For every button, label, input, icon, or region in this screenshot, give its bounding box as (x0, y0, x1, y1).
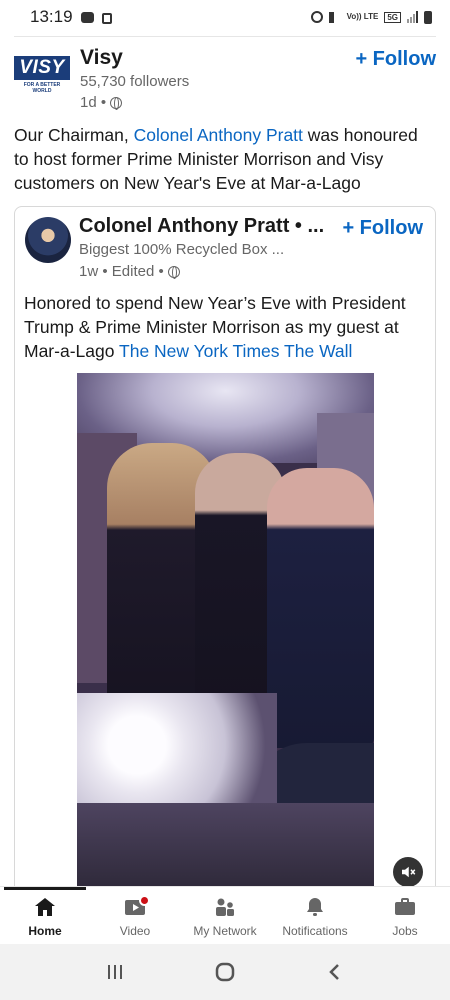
shared-timestamp: 1w • Edited • (79, 263, 180, 280)
lte-indicator: Vo)) LTE (346, 12, 379, 21)
signal-icon (407, 11, 418, 23)
recent-apps-button[interactable] (95, 957, 135, 987)
globe-icon (167, 265, 180, 279)
nav-my-network-label: My Network (193, 924, 257, 938)
globe-icon (110, 96, 123, 110)
hashtag-link[interactable]: The Wall (284, 341, 352, 361)
post-header: VISY FOR A BETTER WORLD Visy 55,730 foll… (14, 44, 436, 114)
status-bar: 13:19 Vo)) LTE 5G (0, 0, 450, 34)
shared-follow-button[interactable]: + Follow (342, 217, 423, 240)
bell-icon (302, 894, 328, 920)
mute-icon (328, 11, 341, 23)
post-timestamp: 1d • (80, 94, 123, 111)
nav-jobs[interactable]: Jobs (360, 887, 450, 944)
alarm-icon (310, 11, 323, 23)
company-name[interactable]: Visy (80, 46, 123, 70)
speaker-muted-icon (402, 866, 416, 878)
post-text: Our Chairman, Colonel Anthony Pratt was … (14, 123, 436, 195)
chat-icon (80, 11, 94, 23)
mention-link[interactable]: Colonel Anthony Pratt (134, 125, 303, 145)
shared-time: 1w • Edited • (79, 263, 164, 280)
divider (14, 36, 436, 37)
network-icon (212, 894, 238, 920)
video-frame-person (267, 468, 374, 748)
video-frame-table (77, 803, 374, 893)
home-system-button[interactable] (205, 957, 245, 987)
shared-author-headline: Biggest 100% Recycled Box ... (79, 241, 285, 258)
post-text-start: Our Chairman, (14, 125, 134, 145)
notification-badge (139, 895, 150, 906)
shared-author-name[interactable]: Colonel Anthony Pratt • ... (79, 215, 324, 238)
back-button[interactable] (315, 957, 355, 987)
bottom-nav: Home Video My Network Notifications Jobs (0, 886, 450, 944)
battery-icon (424, 10, 432, 24)
follow-button[interactable]: + Follow (355, 48, 436, 71)
clock: 13:19 (30, 7, 73, 26)
nav-notifications[interactable]: Notifications (270, 887, 360, 944)
logo-tagline: FOR A BETTER WORLD (23, 82, 61, 94)
reshared-post[interactable]: Colonel Anthony Pratt • ... + Follow Big… (14, 206, 436, 906)
post-time: 1d • (80, 94, 107, 111)
home-circle-icon (215, 962, 235, 982)
company-logo[interactable]: VISY FOR A BETTER WORLD (14, 56, 70, 94)
briefcase-icon (392, 894, 418, 920)
logo-wordmark: VISY (14, 56, 70, 80)
video-player[interactable] (77, 373, 374, 893)
nav-home-label: Home (28, 924, 62, 938)
follower-count: 55,730 followers (80, 73, 190, 90)
nav-home[interactable]: Home (0, 887, 90, 944)
network-type: 5G (384, 11, 401, 23)
hashtag-link[interactable]: The New York Times (119, 341, 279, 361)
lock-icon (101, 13, 112, 24)
back-chevron-icon (329, 964, 339, 980)
nav-video-label: Video (119, 924, 151, 938)
nav-notifications-label: Notifications (282, 924, 348, 938)
recents-icon (108, 965, 122, 979)
nav-my-network[interactable]: My Network (180, 887, 270, 944)
shared-post-text: Honored to spend New Year’s Eve with Pre… (24, 291, 428, 363)
avatar[interactable] (25, 217, 71, 263)
home-icon (32, 894, 58, 920)
nav-jobs-label: Jobs (392, 924, 418, 938)
nav-video[interactable]: Video (90, 887, 180, 944)
system-nav-bar (0, 944, 450, 1000)
unmute-button[interactable] (393, 857, 423, 887)
